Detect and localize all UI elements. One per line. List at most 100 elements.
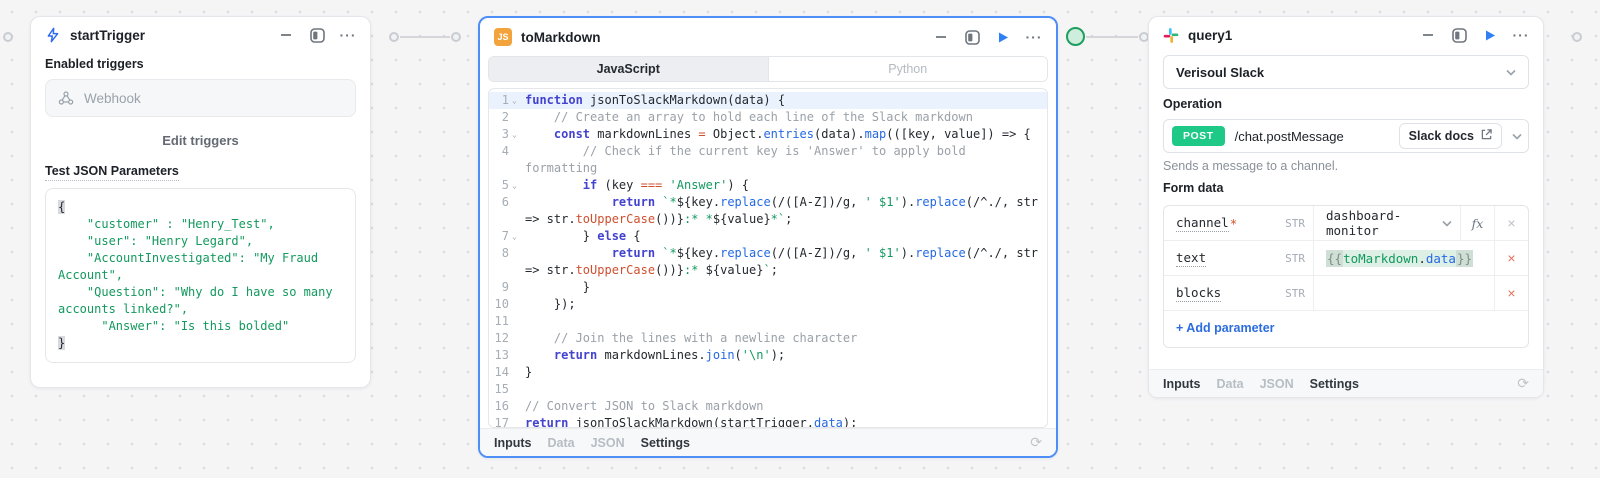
code-text: } bbox=[525, 364, 1047, 381]
javascript-icon: JS bbox=[494, 28, 512, 46]
param-value-input[interactable]: dashboard-monitor bbox=[1314, 206, 1460, 240]
code-line[interactable]: 1⌄function jsonToSlackMarkdown(data) { bbox=[489, 92, 1047, 109]
connector-dot[interactable] bbox=[389, 32, 399, 42]
panel-toggle-icon[interactable] bbox=[1451, 27, 1467, 43]
code-line[interactable]: 6 return `*${key.replace(/([A-Z])/g, ' $… bbox=[489, 194, 1047, 228]
chevron-down-icon[interactable] bbox=[1442, 220, 1452, 227]
line-gutter[interactable]: 5⌄ bbox=[489, 177, 525, 194]
connector-dot[interactable] bbox=[451, 32, 461, 42]
line-gutter[interactable]: 1⌄ bbox=[489, 92, 525, 109]
more-menu-icon[interactable]: ··· bbox=[1026, 29, 1042, 45]
line-gutter[interactable]: 3⌄ bbox=[489, 126, 525, 143]
fold-arrow-icon: ⌄ bbox=[512, 126, 520, 143]
refresh-icon[interactable]: ⟳ bbox=[1030, 434, 1042, 451]
panel-toggle-icon[interactable] bbox=[309, 27, 325, 43]
param-value-text: dashboard-monitor bbox=[1326, 208, 1442, 238]
code-editor[interactable]: 1⌄function jsonToSlackMarkdown(data) {2 … bbox=[488, 88, 1048, 428]
minimize-icon[interactable] bbox=[278, 27, 294, 43]
add-parameter-button[interactable]: + Add parameter bbox=[1164, 311, 1528, 347]
resource-select[interactable]: Verisoul Slack bbox=[1163, 55, 1529, 89]
code-text: function jsonToSlackMarkdown(data) { bbox=[525, 92, 1047, 109]
code-line[interactable]: 4 // Check if the current key is 'Answer… bbox=[489, 143, 1047, 177]
code-text: // Convert JSON to Slack markdown bbox=[525, 398, 1047, 415]
footer-tab-inputs[interactable]: Inputs bbox=[494, 436, 532, 450]
code-line[interactable]: 2 // Create an array to hold each line o… bbox=[489, 109, 1047, 126]
code-text: const markdownLines = Object.entries(dat… bbox=[525, 126, 1047, 143]
connector-dot[interactable] bbox=[3, 32, 13, 42]
tab-javascript[interactable]: JavaScript bbox=[489, 57, 768, 81]
resource-value: Verisoul Slack bbox=[1176, 65, 1264, 80]
query1-panel[interactable]: query1 ··· Verisoul Slack Operation POST… bbox=[1148, 16, 1544, 398]
connector-dot-active[interactable] bbox=[1066, 27, 1085, 46]
remove-param-button[interactable]: × bbox=[1494, 241, 1528, 275]
test-json-editor[interactable]: { "customer" : "Henry_Test", "user": "He… bbox=[45, 188, 356, 363]
slack-docs-button[interactable]: Slack docs bbox=[1399, 123, 1502, 149]
form-row-text: textSTR {{toMarkdown.data}} × bbox=[1164, 241, 1528, 276]
param-value-input[interactable] bbox=[1314, 276, 1494, 310]
connector-dot[interactable] bbox=[1572, 32, 1582, 42]
code-line[interactable]: 14} bbox=[489, 364, 1047, 381]
code-line[interactable]: 13 return markdownLines.join('\n'); bbox=[489, 347, 1047, 364]
code-text: // Check if the current key is 'Answer' … bbox=[525, 143, 1047, 177]
code-text: "customer" : "Henry_Test", bbox=[58, 216, 343, 233]
edit-triggers-button[interactable]: Edit triggers bbox=[31, 121, 370, 158]
code-text: return jsonToSlackMarkdown(startTrigger.… bbox=[525, 415, 1047, 428]
code-line[interactable]: { bbox=[58, 199, 343, 216]
footer-tab-data[interactable]: Data bbox=[548, 436, 575, 450]
line-gutter: 16 bbox=[489, 398, 525, 415]
code-line[interactable]: 11 bbox=[489, 313, 1047, 330]
minimize-icon[interactable] bbox=[933, 29, 949, 45]
param-name-cell[interactable]: blocksSTR bbox=[1164, 276, 1314, 310]
code-line[interactable]: 9 } bbox=[489, 279, 1047, 296]
refresh-icon[interactable]: ⟳ bbox=[1517, 375, 1529, 392]
code-line[interactable]: "Question": "Why do I have so many accou… bbox=[58, 284, 343, 318]
footer-tab-json[interactable]: JSON bbox=[1260, 377, 1294, 391]
code-line[interactable]: 5⌄ if (key === 'Answer') { bbox=[489, 177, 1047, 194]
template-token: {{toMarkdown.data}} bbox=[1326, 250, 1473, 267]
panel-toggle-icon[interactable] bbox=[964, 29, 980, 45]
minimize-icon[interactable] bbox=[1420, 27, 1436, 43]
operation-select[interactable]: POST /chat.postMessage Slack docs bbox=[1163, 119, 1529, 153]
footer-tab-settings[interactable]: Settings bbox=[641, 436, 690, 450]
param-name: text bbox=[1176, 250, 1206, 267]
run-icon[interactable] bbox=[1482, 27, 1498, 43]
code-line[interactable]: 7⌄ } else { bbox=[489, 228, 1047, 245]
webhook-trigger[interactable]: Webhook bbox=[45, 79, 356, 117]
code-line[interactable]: 8 return `*${key.replace(/([A-Z])/g, ' $… bbox=[489, 245, 1047, 279]
code-line[interactable]: 12 // Join the lines with a newline char… bbox=[489, 330, 1047, 347]
fx-toggle[interactable]: fx bbox=[1460, 206, 1494, 240]
footer-tab-inputs[interactable]: Inputs bbox=[1163, 377, 1201, 391]
more-menu-icon[interactable]: ··· bbox=[1513, 27, 1529, 43]
code-text: "Question": "Why do I have so many accou… bbox=[58, 284, 343, 318]
footer-tab-settings[interactable]: Settings bbox=[1310, 377, 1359, 391]
run-icon[interactable] bbox=[995, 29, 1011, 45]
footer-tab-data[interactable]: Data bbox=[1217, 377, 1244, 391]
tab-python[interactable]: Python bbox=[768, 57, 1048, 81]
code-line[interactable]: "Answer": "Is this bolded" bbox=[58, 318, 343, 335]
language-tabs: JavaScript Python bbox=[488, 56, 1048, 82]
param-value-input[interactable]: {{toMarkdown.data}} bbox=[1314, 241, 1494, 275]
remove-param-button[interactable]: × bbox=[1494, 206, 1528, 240]
remove-param-button[interactable]: × bbox=[1494, 276, 1528, 310]
code-line[interactable]: "customer" : "Henry_Test", bbox=[58, 216, 343, 233]
param-name-cell[interactable]: channel*STR bbox=[1164, 206, 1314, 240]
code-line[interactable]: "user": "Henry Legard", bbox=[58, 233, 343, 250]
param-name-cell[interactable]: textSTR bbox=[1164, 241, 1314, 275]
code-text: "AccountInvestigated": "My Fraud Account… bbox=[58, 250, 343, 284]
start-trigger-panel[interactable]: startTrigger ··· Enabled triggers Webhoo… bbox=[30, 16, 371, 388]
more-menu-icon[interactable]: ··· bbox=[340, 27, 356, 43]
form-data-table: channel*STRdashboard-monitorfx×textSTR{{… bbox=[1163, 205, 1529, 348]
line-gutter[interactable]: 7⌄ bbox=[489, 228, 525, 245]
footer-tab-json[interactable]: JSON bbox=[591, 436, 625, 450]
code-line[interactable]: } bbox=[58, 335, 343, 352]
form-row-channel: channel*STR dashboard-monitor fx× bbox=[1164, 206, 1528, 241]
code-line[interactable]: 17return jsonToSlackMarkdown(startTrigge… bbox=[489, 415, 1047, 428]
code-line[interactable]: 10 }); bbox=[489, 296, 1047, 313]
code-line[interactable]: 15 bbox=[489, 381, 1047, 398]
to-markdown-panel[interactable]: JS toMarkdown ··· JavaScript Python 1⌄fu… bbox=[478, 16, 1058, 458]
code-line[interactable]: "AccountInvestigated": "My Fraud Account… bbox=[58, 250, 343, 284]
panel-header: JS toMarkdown ··· bbox=[480, 18, 1056, 54]
code-line[interactable]: 16// Convert JSON to Slack markdown bbox=[489, 398, 1047, 415]
code-line[interactable]: 3⌄ const markdownLines = Object.entries(… bbox=[489, 126, 1047, 143]
code-text: } bbox=[525, 279, 1047, 296]
